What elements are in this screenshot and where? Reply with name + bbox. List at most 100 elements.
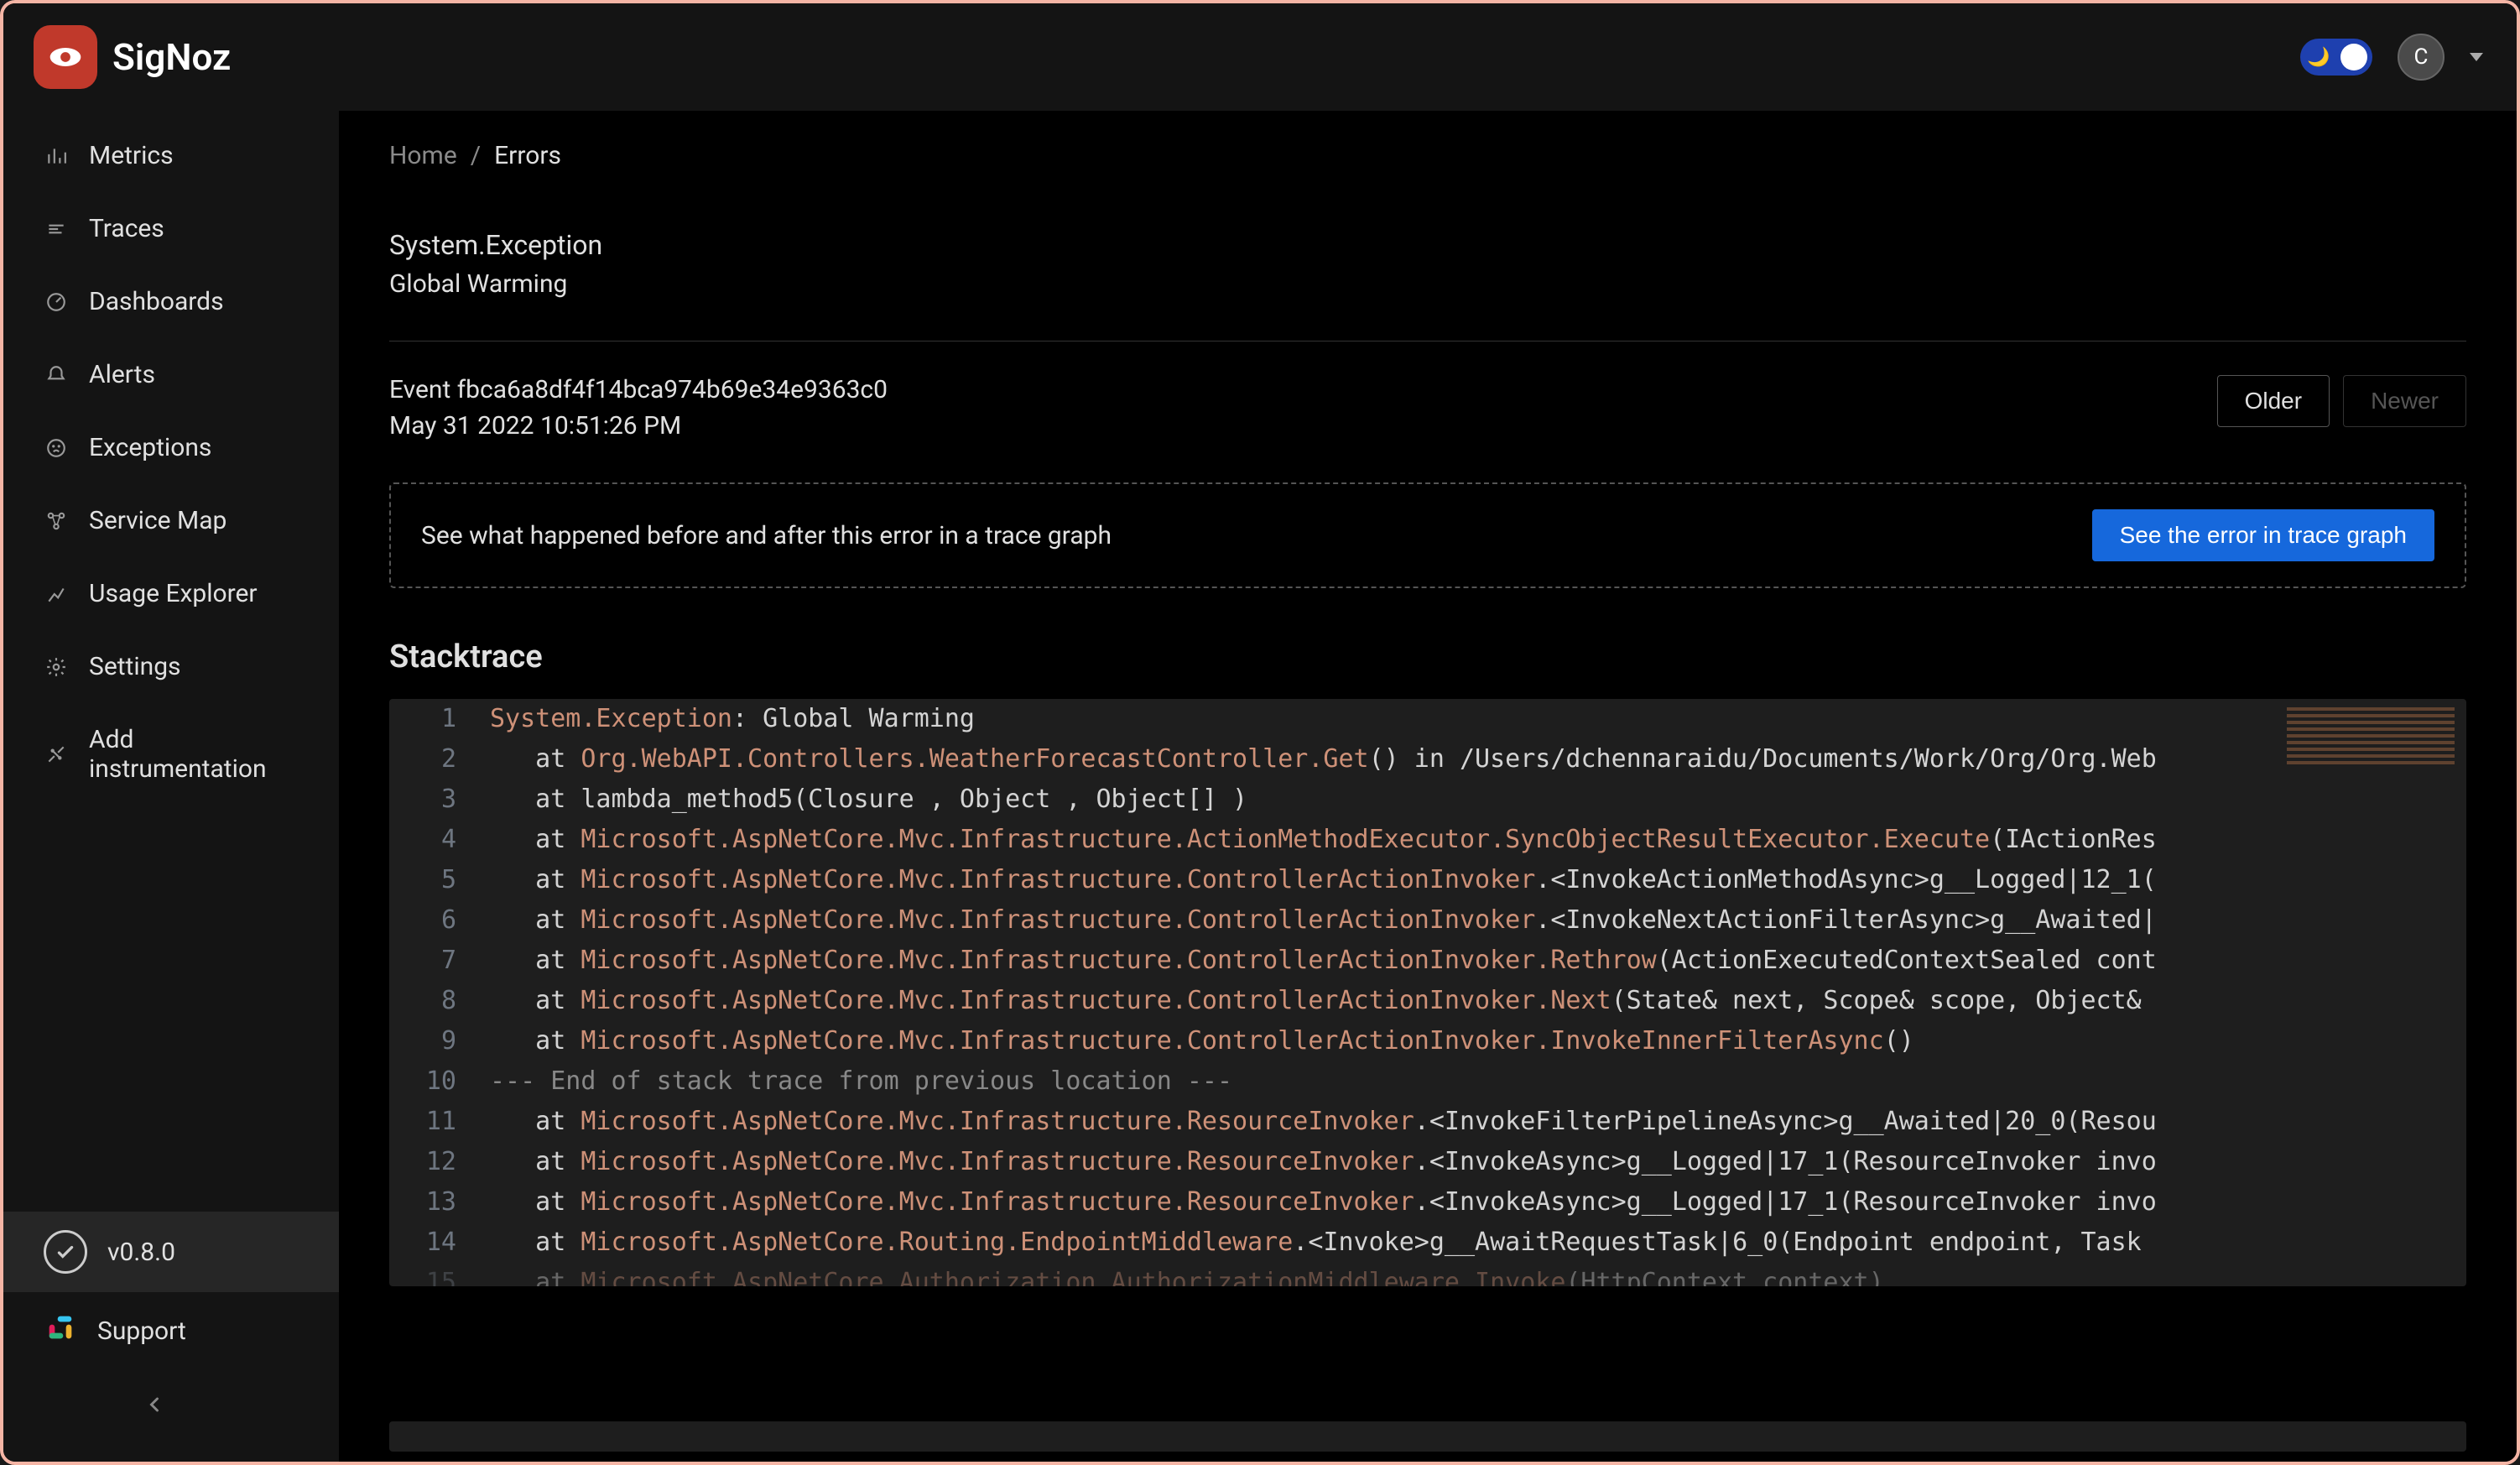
app-frame: SigNoz 🌙 C Metrics Traces Dashboards Alerts… [0,0,2520,1465]
sidebar-item-label: Service Map [89,506,226,535]
line-content: --- End of stack trace from previous loc… [490,1061,2450,1102]
exceptions-icon [44,435,69,461]
sidebar-collapse-button[interactable] [129,1369,180,1445]
see-trace-button[interactable]: See the error in trace graph [2092,509,2434,561]
line-number: 2 [406,739,456,779]
line-content: at Microsoft.AspNetCore.Mvc.Infrastructu… [490,900,2450,941]
code-line: 10 --- End of stack trace from previous l… [389,1061,2466,1102]
code-line: 6 at Microsoft.AspNetCore.Mvc.Infrastruc… [389,900,2466,941]
brand-name: SigNoz [112,35,231,79]
event-buttons: Older Newer [2217,375,2466,427]
brand-logo-icon [34,25,97,89]
line-number: 12 [406,1142,456,1182]
breadcrumb-home[interactable]: Home [389,141,457,170]
line-number: 13 [406,1182,456,1223]
avatar[interactable]: C [2398,34,2445,81]
sidebar-item-usage[interactable]: Usage Explorer [3,557,339,630]
exception-type: System.Exception [389,229,2466,261]
instrumentation-icon [44,742,69,767]
code-line: 9 at Microsoft.AspNetCore.Mvc.Infrastruc… [389,1021,2466,1061]
line-content: at Microsoft.AspNetCore.Routing.Endpoint… [490,1223,2450,1263]
line-content: at Microsoft.AspNetCore.Mvc.Infrastructu… [490,981,2450,1021]
line-number: 15 [406,1263,456,1286]
line-content: at Microsoft.AspNetCore.Mvc.Infrastructu… [490,1182,2450,1223]
sidebar-item-exceptions[interactable]: Exceptions [3,411,339,484]
line-content: at Microsoft.AspNetCore.Mvc.Infrastructu… [490,1021,2450,1061]
brand[interactable]: SigNoz [34,25,231,89]
moon-icon: 🌙 [2307,47,2330,68]
breadcrumb: Home / Errors [389,141,2466,170]
main-content: Home / Errors System.Exception Global Wa… [339,111,2517,1462]
event-row: Event fbca6a8df4f14bca974b69e34e9363c0 M… [389,375,2466,441]
code-line: 11 at Microsoft.AspNetCore.Mvc.Infrastru… [389,1102,2466,1142]
line-content: at Microsoft.AspNetCore.Mvc.Infrastructu… [490,1142,2450,1182]
version-label: v0.8.0 [107,1238,175,1267]
sidebar-item-label: Exceptions [89,433,211,462]
check-icon [44,1230,87,1274]
code-line: 5 at Microsoft.AspNetCore.Mvc.Infrastruc… [389,860,2466,900]
breadcrumb-current: Errors [494,141,561,170]
trace-banner-text: See what happened before and after this … [421,521,1112,550]
support-item[interactable]: Support [3,1292,339,1369]
chevron-down-icon[interactable] [2470,53,2483,61]
line-number: 8 [406,981,456,1021]
line-content: at Microsoft.AspNetCore.Mvc.Infrastructu… [490,820,2450,860]
dashboards-icon [44,289,69,315]
sidebar-item-metrics[interactable]: Metrics [3,119,339,192]
line-content: at Microsoft.AspNetCore.Authorization.Au… [490,1263,2450,1286]
sidebar-item-label: Settings [89,652,181,681]
code-line: 3 at lambda_method5(Closure , Object , O… [389,779,2466,820]
sidebar-item-servicemap[interactable]: Service Map [3,484,339,557]
code-line: 15 at Microsoft.AspNetCore.Authorization… [389,1263,2466,1286]
servicemap-icon [44,508,69,534]
code-line: 7 at Microsoft.AspNetCore.Mvc.Infrastruc… [389,941,2466,981]
alerts-icon [44,362,69,388]
line-number: 4 [406,820,456,860]
newer-button: Newer [2343,375,2466,427]
event-info: Event fbca6a8df4f14bca974b69e34e9363c0 M… [389,375,888,441]
sidebar-item-label: Traces [89,214,164,243]
line-number: 11 [406,1102,456,1142]
topbar-right: 🌙 C [2300,34,2483,81]
sidebar-item-label: Alerts [89,360,155,389]
dark-mode-toggle[interactable]: 🌙 [2300,39,2372,76]
sidebar: Metrics Traces Dashboards Alerts Exceptions S… [3,111,339,1462]
stacktrace-title: Stacktrace [389,639,2466,675]
line-content: at Org.WebAPI.Controllers.WeatherForecas… [490,739,2450,779]
exception-message: Global Warming [389,269,2466,299]
code-line: 13 at Microsoft.AspNetCore.Mvc.Infrastru… [389,1182,2466,1223]
line-content: at lambda_method5(Closure , Object , Obj… [490,779,2450,820]
settings-icon [44,654,69,680]
line-number: 9 [406,1021,456,1061]
sidebar-item-traces[interactable]: Traces [3,192,339,265]
support-label: Support [97,1316,186,1346]
sidebar-item-dashboards[interactable]: Dashboards [3,265,339,338]
line-number: 7 [406,941,456,981]
line-number: 5 [406,860,456,900]
traces-icon [44,216,69,242]
line-number: 6 [406,900,456,941]
exception-header: System.Exception Global Warming [389,229,2466,299]
line-content: at Microsoft.AspNetCore.Mvc.Infrastructu… [490,860,2450,900]
older-button[interactable]: Older [2217,375,2330,427]
sidebar-item-settings[interactable]: Settings [3,630,339,703]
breadcrumb-separator: / [471,141,481,170]
code-line: 4 at Microsoft.AspNetCore.Mvc.Infrastruc… [389,820,2466,860]
sidebar-item-label: Add instrumentation [89,725,299,784]
metrics-icon [44,143,69,169]
code-line: 14 at Microsoft.AspNetCore.Routing.Endpo… [389,1223,2466,1263]
line-content: at Microsoft.AspNetCore.Mvc.Infrastructu… [490,941,2450,981]
sidebar-item-label: Dashboards [89,287,224,316]
line-number: 1 [406,699,456,739]
sidebar-item-alerts[interactable]: Alerts [3,338,339,411]
code-minimap[interactable] [2287,707,2455,766]
body: Metrics Traces Dashboards Alerts Exceptions S… [3,111,2517,1462]
sidebar-item-instrumentation[interactable]: Add instrumentation [3,703,339,805]
line-number: 10 [406,1061,456,1102]
line-content: at Microsoft.AspNetCore.Mvc.Infrastructu… [490,1102,2450,1142]
stacktrace-code[interactable]: 1System.Exception: Global Warming2 at Or… [389,699,2466,1286]
usage-icon [44,581,69,607]
sidebar-item-label: Metrics [89,141,174,170]
version-item[interactable]: v0.8.0 [3,1212,339,1292]
sidebar-footer: v0.8.0 Support [3,1212,339,1462]
